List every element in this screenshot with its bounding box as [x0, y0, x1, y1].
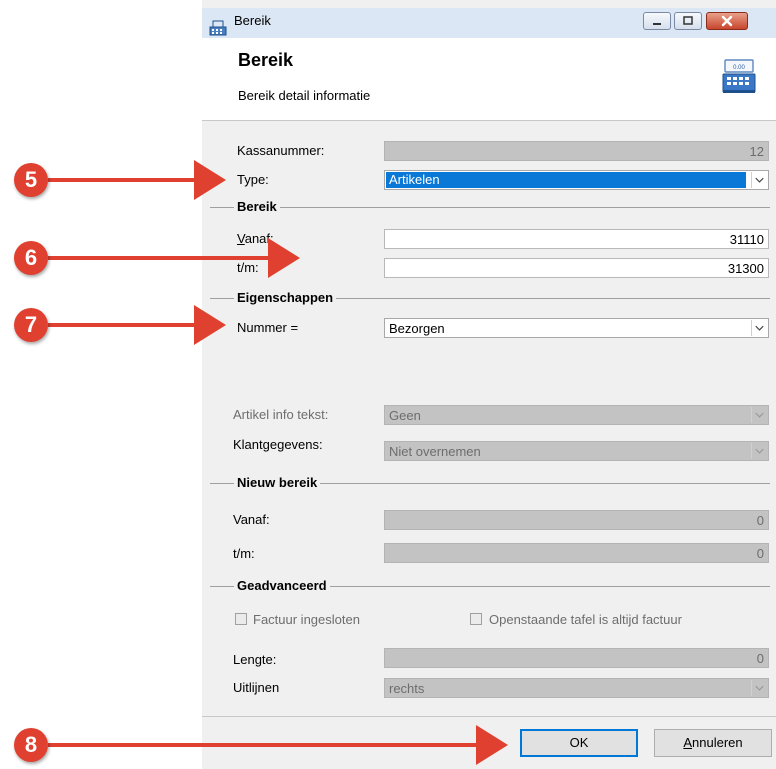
- callout-badge-7: 7: [14, 308, 48, 342]
- callout-badge-5: 5: [14, 163, 48, 197]
- callout-badge-6: 6: [14, 241, 48, 275]
- callout-badge-8: 8: [14, 728, 48, 762]
- callout-arrows: [48, 160, 508, 765]
